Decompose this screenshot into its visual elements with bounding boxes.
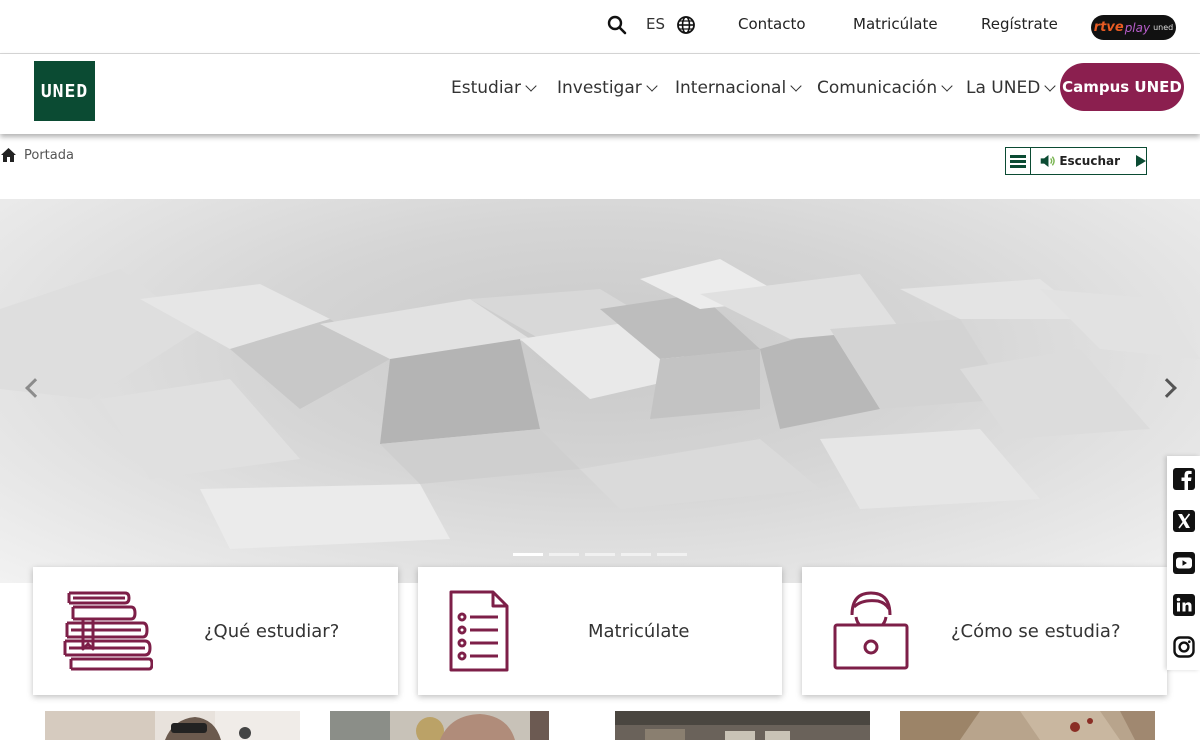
nav-label: Comunicación [817,78,938,98]
rtve-play-uned-button[interactable]: rtve play uned [1091,15,1176,40]
news-image [615,711,870,740]
card-label: Matricúlate [588,620,690,642]
chevron-down-icon [790,79,802,92]
hero-pagination [513,553,687,556]
news-thumbnail-2[interactable] [330,711,549,740]
hero-background-image [0,259,1200,549]
top-utility-bar: ES Contacto Matricúlate Regístrate rtve … [0,0,1200,54]
play-icon[interactable] [1136,155,1146,167]
news-thumbnail-4[interactable] [900,711,1155,740]
linkedin-icon[interactable] [1172,594,1195,616]
breadcrumb-home-label[interactable]: Portada [24,148,74,163]
card-matriculate[interactable]: Matricúlate [418,567,782,695]
contact-link[interactable]: Contacto [738,15,806,33]
hero-dot[interactable] [657,553,687,556]
x-icon[interactable] [1172,510,1195,532]
card-label: ¿Qué estudiar? [204,620,340,642]
nav-internacional[interactable]: Internacional [675,76,802,100]
listen-label[interactable]: Escuchar [1059,154,1120,168]
hero-dot[interactable] [621,553,651,556]
campus-uned-button[interactable]: Campus UNED [1060,63,1184,111]
rtve-play: play [1124,20,1151,35]
news-thumbnail-3[interactable] [615,711,870,740]
enroll-link[interactable]: Matricúlate [853,15,938,33]
card-label: ¿Cómo se estudia? [951,620,1121,642]
youtube-icon[interactable] [1172,552,1195,574]
card-como-se-estudia[interactable]: ¿Cómo se estudia? [802,567,1167,695]
register-link[interactable]: Regístrate [981,15,1058,33]
globe-icon[interactable] [676,15,696,35]
news-image [45,711,300,740]
chevron-down-icon [646,79,658,92]
news-image [900,711,1155,740]
nav-comunicacion[interactable]: Comunicación [817,76,953,100]
nav-la-uned[interactable]: La UNED [966,76,1056,100]
logo-text: UNED [40,80,89,102]
nav-label: Estudiar [451,78,521,98]
card-que-estudiar[interactable]: ¿Qué estudiar? [33,567,398,695]
chevron-down-icon [1044,79,1056,92]
news-image [330,711,549,740]
news-thumbnail-1[interactable] [45,711,300,740]
student-laptop-icon [833,591,909,670]
instagram-icon[interactable] [1172,636,1195,658]
document-list-icon [449,590,509,672]
listen-menu-button[interactable] [1006,148,1032,174]
language-selector[interactable]: ES [646,15,665,33]
chevron-down-icon [941,79,953,92]
uned-logo[interactable]: UNED [34,61,95,121]
books-icon [63,591,153,671]
search-icon[interactable] [607,15,627,35]
hamburger-icon [1010,154,1027,168]
rtve-brand: rtve [1093,20,1124,35]
listen-widget: Escuchar [1005,147,1147,175]
nav-label: Investigar [557,78,642,98]
chevron-down-icon [525,79,537,92]
nav-estudiar[interactable]: Estudiar [451,76,537,100]
home-icon[interactable] [0,147,17,163]
hero-dot[interactable] [585,553,615,556]
rtve-sub: uned [1153,23,1174,32]
main-navigation: UNED Estudiar Investigar Internacional C… [0,54,1200,134]
facebook-icon[interactable] [1172,468,1195,490]
nav-label: Internacional [675,78,787,98]
social-sidebar [1167,456,1200,670]
breadcrumb: Portada [0,146,74,164]
hero-dot[interactable] [549,553,579,556]
nav-investigar[interactable]: Investigar [557,76,658,100]
speaker-icon [1040,154,1055,168]
hero-slider [0,199,1200,583]
nav-label: La UNED [966,78,1041,98]
hero-dot[interactable] [513,553,543,556]
